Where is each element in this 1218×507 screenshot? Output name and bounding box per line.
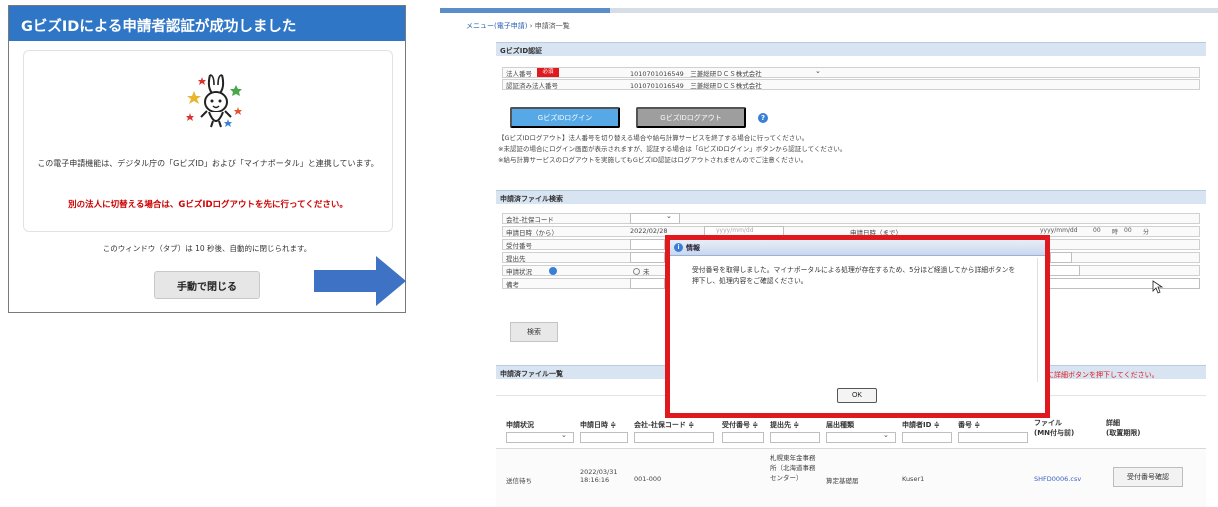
col-kind[interactable]: 届出種類 [826,420,854,430]
dialog-card: この電子申請機能は、デジタル庁の「GビズID」および「マイナポータル」と連携して… [23,50,393,232]
field-label-status: 申請状況 [506,268,532,276]
row-file-link[interactable]: SHFD0006.csv [1034,475,1081,483]
row-user: Kuser1 [902,475,925,483]
ok-button[interactable]: OK [837,388,877,403]
number-filter-input[interactable] [958,432,1028,443]
row-submit-to: 札幌東年金事務所（北海道事務センター） [770,454,816,482]
row-datetime: 2022/03/31 18:16:16 [580,468,618,484]
auto-close-text: このウィンドウ（タブ）は 10 秒後、自動的に閉じられます。 [102,244,312,253]
corp-number-select[interactable]: 1010701016549 三菱総研ＤＣＳ株式会社 [630,68,762,78]
logout-note: 【GビズIDログアウト】法人番号を切り替える場合や給与計算サービスを終了する場合… [498,134,809,142]
gbiz-login-button[interactable]: GビズIDログイン [510,107,620,128]
hour-value[interactable]: 00 [1093,227,1101,234]
status-radio[interactable] [633,268,640,275]
gbiz-section-title: GビズID認証 [496,42,1206,56]
date-from-value[interactable]: 2022/02/28 [630,227,667,235]
breadcrumb-separator: › [527,22,535,30]
right-arrow-icon [314,256,406,306]
chevron-down-icon[interactable]: ⌄ [561,431,567,439]
help-icon[interactable]: ? [758,113,768,123]
top-bar-accent [440,8,610,13]
minute-unit: 分 [1143,229,1150,236]
field-label-company-code: 会社-社保コード [506,216,554,224]
receipt-number-confirm-button[interactable]: 受付番号確認 [1113,467,1183,487]
breadcrumb-current: 申請済一覧 [534,22,570,30]
corp-number-label: 法人番号 [506,70,532,78]
col-detail: 詳細 (取置期限) [1106,419,1141,437]
breadcrumb-menu-link[interactable]: メニュー(電子申請) [466,22,527,30]
logout-warning-text: 別の法人に切替える場合は、GビズIDログアウトを先に行ってください。 [68,200,348,210]
authed-value: 1010701016549 三菱総研ＤＣＳ株式会社 [630,82,762,90]
search-row-1 [502,213,1200,224]
minute-value[interactable]: 00 [1124,227,1132,234]
col-submit-to[interactable]: 提出先 ≑ [770,420,799,430]
status-radio-label: 未 [643,268,650,276]
receipt-filter-input[interactable] [722,432,764,443]
row-status: 送信待ち [506,477,532,485]
required-badge: 必須 [537,68,559,77]
service-info-text: この電子申請機能は、デジタル庁の「GビズID」および「マイナポータル」と連携して… [37,159,379,168]
search-button[interactable]: 検索 [510,322,558,342]
field-label-remarks: 備考 [506,281,519,289]
submit-to-input[interactable] [630,252,665,263]
col-datetime[interactable]: 申請日時 ≑ [580,420,616,430]
status-help-icon[interactable] [549,267,557,275]
rabbit-mascot-icon [186,74,242,128]
field-label-receipt-number: 受付番号 [506,242,532,250]
user-filter-input[interactable] [902,432,952,443]
chevron-down-icon[interactable]: ⌄ [815,67,821,75]
info-modal: 情報 i 受付番号を取得しました。マイナポータルによる処理が存在するため、5分ほ… [665,235,1050,418]
datetime-filter-input[interactable] [580,432,628,443]
authed-label: 認証済み法人番号 [506,82,558,90]
dialog-title: GビズIDによる申請者認証が成功しました [9,6,405,41]
modal-title: 情報 [670,240,1045,256]
col-file: ファイル (MN付与前) [1034,419,1075,437]
company-code-select[interactable] [630,213,680,224]
payroll-note: ※給与計算サービスのログアウトを実施してもGビズID認証はログアウトされませんの… [498,156,808,164]
col-company-code[interactable]: 会社-社保コード ≑ [634,420,694,430]
application-list-screen: メニュー(電子申請) › 申請済一覧 GビズID認証 法人番号 必須 10107… [440,0,1218,507]
code-filter-input[interactable] [634,432,714,443]
chevron-down-icon[interactable]: ⌄ [666,212,672,220]
col-status[interactable]: 申請状況 [506,420,534,430]
mouse-cursor-icon [1152,280,1164,294]
breadcrumb: メニュー(電子申請) › 申請済一覧 [466,21,570,31]
remarks-input[interactable] [630,278,665,289]
remarks-right-input[interactable] [1040,278,1200,289]
col-user-id[interactable]: 申請者ID ≑ [902,420,940,430]
modal-scrollbar[interactable] [1037,258,1043,382]
info-icon: i [674,243,683,252]
detail-warning-note: 前に詳細ボタンを押下してください。 [1040,371,1159,379]
submit-to-select[interactable] [1050,252,1072,263]
gbiz-logout-button[interactable]: GビズIDログアウト [636,107,746,128]
date-to-placeholder: yyyy/mm/dd [1040,227,1078,234]
modal-message: 受付番号を取得しました。マイナポータルによる処理が存在するため、5分ほど経過して… [692,266,1016,285]
col-number[interactable]: 番号 ≑ [958,420,980,430]
row-code: 001-000 [634,475,662,483]
search-section-title: 申請済ファイル検索 [496,190,1206,204]
field-label-submit-to: 提出先 [506,255,526,263]
unauth-note: ※未認証の場合にログイン画面が表示されますが、認証する場合は「GビズIDログイン… [498,145,847,153]
receipt-number-input[interactable] [630,239,665,250]
hour-unit: 時 [1112,229,1119,236]
submit-filter-input[interactable] [770,432,820,443]
corp-number-row [502,67,1200,78]
field-label-date-from: 申請日時（から） [506,229,558,237]
date-placeholder: yyyy/mm/dd [716,227,754,234]
row-kind: 算定基礎届 [826,477,859,485]
col-receipt-number[interactable]: 受付番号 ≑ [722,420,758,430]
authed-row [502,79,1200,90]
chevron-down-icon[interactable]: ⌄ [883,431,889,439]
manual-close-button[interactable]: 手動で閉じる [154,271,260,299]
